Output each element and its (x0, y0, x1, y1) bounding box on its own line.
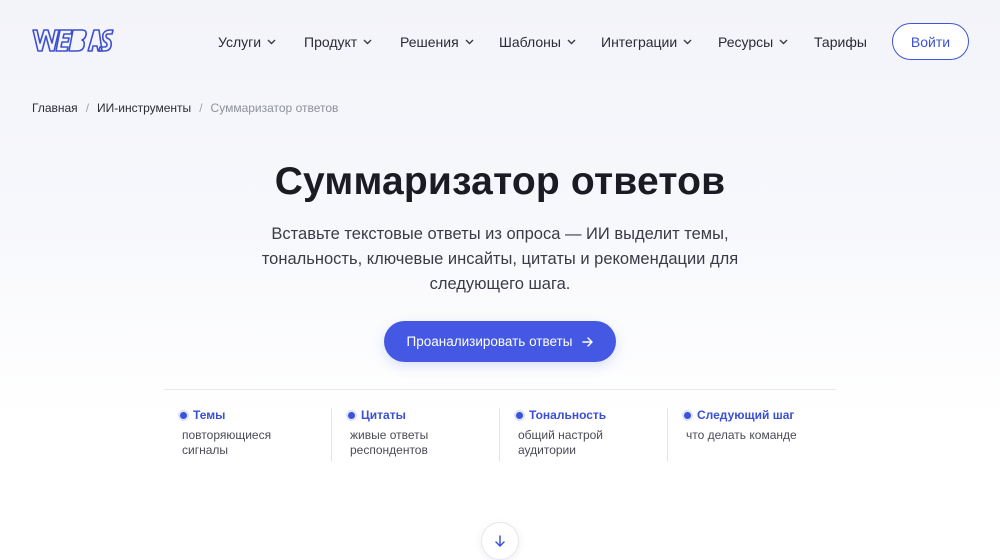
chevron-down-icon (567, 39, 576, 45)
arrow-down-icon (495, 534, 505, 547)
chevron-down-icon (465, 39, 474, 45)
breadcrumb-ai-tools[interactable]: ИИ-инструменты (97, 101, 191, 115)
bullet-dot-icon (180, 411, 187, 419)
feature-description: общий настрой аудитории (516, 428, 666, 458)
cta-label: Проанализировать ответы (406, 334, 573, 349)
nav-item-label: Ресурсы (718, 34, 774, 50)
feature-themes: Темы повторяющиеся сигналы (180, 408, 330, 458)
feature-title: Цитаты (348, 408, 498, 422)
site-header: Услуги Продукт Решения Шаблоны Интеграци… (0, 0, 1000, 84)
feature-description-line: что делать команде (686, 428, 797, 442)
nav-item-resources[interactable]: Ресурсы (718, 33, 788, 51)
hero-description: Вставьте текстовые ответы из опроса — ИИ… (250, 222, 750, 297)
nav-item-label: Шаблоны (499, 34, 561, 50)
feature-next-step: Следующий шаг что делать команде (684, 408, 834, 443)
analyze-responses-button[interactable]: Проанализировать ответы (384, 321, 616, 362)
nav-item-label: Решения (400, 34, 459, 50)
nav-item-label: Тарифы (814, 34, 867, 50)
main-nav: Услуги Продукт Решения Шаблоны Интеграци… (0, 0, 1000, 84)
feature-title-label: Цитаты (361, 408, 406, 422)
feature-description-line: живые ответы (350, 428, 429, 442)
feature-separator (499, 408, 500, 462)
hero-description-line: тональность, ключевые инсайты, цитаты и … (261, 250, 739, 268)
breadcrumb-separator: / (199, 101, 203, 115)
feature-description-line: повторяющиеся (182, 428, 272, 442)
nav-item-integrations[interactable]: Интеграции (601, 33, 692, 51)
chevron-down-icon (363, 39, 372, 45)
feature-title: Тональность (516, 408, 666, 422)
feature-description: повторяющиеся сигналы (180, 428, 330, 458)
breadcrumb-current: Суммаризатор ответов (210, 101, 339, 115)
arrow-right-icon (582, 336, 594, 347)
nav-item-label: Интеграции (601, 34, 678, 50)
chevron-down-icon (683, 39, 692, 45)
nav-item-templates[interactable]: Шаблоны (499, 33, 576, 51)
chevron-down-icon (779, 39, 788, 45)
breadcrumb-home[interactable]: Главная (32, 101, 78, 115)
login-button[interactable]: Войти (892, 23, 969, 60)
bullet-dot-icon (348, 411, 355, 419)
nav-item-label: Услуги (218, 34, 262, 50)
feature-description-line: сигналы (182, 443, 229, 457)
hero-description-line: следующего шага. (429, 275, 571, 293)
nav-item-label: Продукт (304, 34, 358, 50)
feature-title-label: Следующий шаг (697, 408, 795, 422)
nav-item-pricing[interactable]: Тарифы (814, 33, 867, 51)
feature-description: что делать команде (684, 428, 834, 443)
hero-description-line: Вставьте текстовые ответы из опроса — ИИ… (271, 225, 729, 243)
breadcrumb: Главная / ИИ-инструменты / Суммаризатор … (32, 100, 338, 116)
feature-description-line: общий настрой (518, 428, 604, 442)
feature-quotes: Цитаты живые ответы респондентов (348, 408, 498, 458)
bullet-dot-icon (684, 411, 691, 419)
nav-item-product[interactable]: Продукт (304, 33, 372, 51)
feature-separator (331, 408, 332, 462)
page-title: Суммаризатор ответов (274, 160, 726, 203)
nav-item-services[interactable]: Услуги (218, 33, 276, 51)
divider (164, 389, 836, 390)
feature-description-line: аудитории (518, 443, 576, 457)
feature-tonality: Тональность общий настрой аудитории (516, 408, 666, 458)
chevron-down-icon (267, 39, 276, 45)
breadcrumb-separator: / (85, 101, 90, 115)
feature-separator (667, 408, 668, 462)
feature-description: живые ответы респондентов (348, 428, 498, 458)
bullet-dot-icon (516, 411, 523, 419)
scroll-down-button[interactable] (481, 522, 519, 560)
nav-item-solutions[interactable]: Решения (400, 33, 474, 51)
feature-title: Следующий шаг (684, 408, 834, 422)
feature-title: Темы (180, 408, 330, 422)
feature-title-label: Темы (193, 408, 226, 422)
feature-description-line: респондентов (350, 443, 428, 457)
feature-title-label: Тональность (529, 408, 607, 422)
